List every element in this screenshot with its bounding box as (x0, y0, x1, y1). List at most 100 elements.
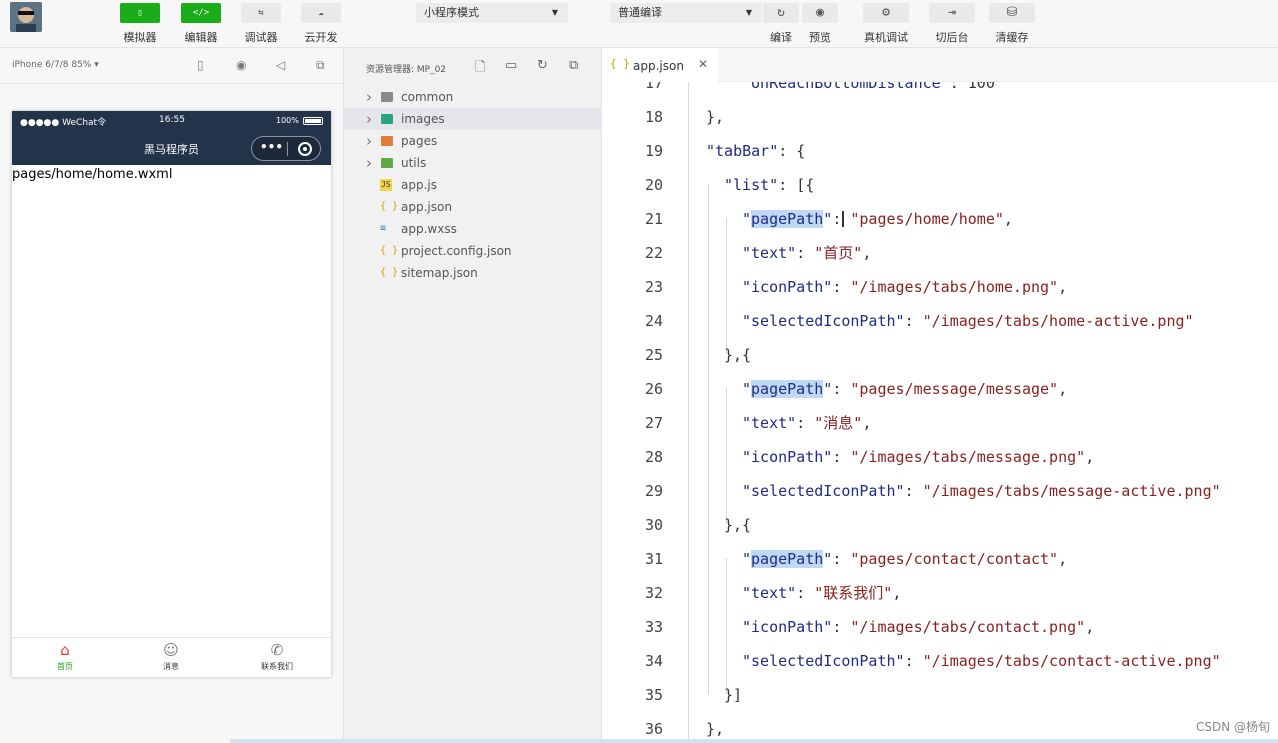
tree-item-pages[interactable]: › pages (344, 130, 603, 152)
status-bar: ●●●●● WeChat令 16:55 100% (12, 111, 331, 131)
tree-item-label: common (401, 90, 454, 104)
record-icon[interactable]: ◉ (236, 58, 246, 72)
text-cursor (842, 211, 844, 227)
toolbar-button[interactable]: ☁ 云开发 (301, 3, 341, 45)
code-area[interactable]: 17 "onReachBottomDistance": 100 18}, 19 "tab… (602, 82, 1278, 743)
toolbar-action-icon: ◉ (802, 3, 838, 23)
chevron-right-icon[interactable]: › (366, 130, 372, 152)
code-line: 24 "selectedIconPath": "/images/tabs/home… (602, 304, 1278, 338)
code-text: },{ (724, 346, 752, 364)
toolbar-button[interactable]: ⇆ 调试器 (241, 3, 281, 45)
menu-capsule[interactable]: ••• (251, 136, 321, 161)
code-text: "list": [{ (724, 176, 815, 194)
devtools-window: ▯ 模拟器 </> 编辑器 ⇆ 调试器 ☁ 云开发 小程序模式 ▼ 普通编译 ▼ ↻ 编译 ◉ 预览… (0, 0, 1278, 743)
status-time: 16:55 (159, 115, 185, 125)
tree-item-images[interactable]: › images (344, 108, 603, 130)
folder-icon (381, 158, 393, 168)
code-line: 23 "iconPath": "/images/tabs/home.png", (602, 270, 1278, 304)
chevron-right-icon[interactable]: › (366, 108, 372, 130)
code-text: "pagePath": "pages/home/home", (742, 210, 1013, 228)
line-number: 28 (644, 448, 663, 466)
chevron-right-icon[interactable]: › (366, 86, 372, 108)
tree-item-label: app.wxss (401, 222, 457, 236)
compile-select[interactable]: 普通编译 ▼ (610, 3, 762, 23)
tab-3[interactable]: ✆ 联系我们 (224, 640, 330, 672)
popout-icon[interactable]: ⧉ (316, 58, 325, 73)
line-number: 33 (644, 618, 663, 636)
code-text: "iconPath": "/images/tabs/contact.png", (742, 618, 1095, 636)
tab-2[interactable]: ☺ 消息 (118, 640, 224, 672)
mode-select[interactable]: 小程序模式 ▼ (416, 3, 568, 23)
code-text: },{ (724, 516, 752, 534)
tree-item-label: app.json (401, 200, 452, 214)
explorer-header: 资源管理器: MP_02 🗋 ▭ ↻ ⧉ (344, 48, 603, 84)
tree-item-app-json[interactable]: { } app.json (344, 196, 603, 218)
code-line: 18}, (602, 100, 1278, 134)
rotate-device-icon[interactable]: ▯ (197, 58, 204, 72)
toolbar-button[interactable]: ▯ 模拟器 (120, 3, 160, 45)
toolbar-action[interactable]: ↻ 编译 (763, 3, 799, 45)
code-text: "selectedIconPath": "/images/tabs/contac… (742, 652, 1221, 670)
toolbar-action-icon: ⚙ (863, 3, 909, 23)
tree-item-label: images (401, 112, 445, 126)
code-line: 22 "text": "首页", (602, 236, 1278, 270)
volume-icon[interactable]: ◁ (276, 58, 285, 72)
code-text: "pagePath": "pages/message/message", (742, 380, 1068, 398)
toolbar-button-icon: ▯ (120, 3, 160, 23)
code-line: 17 "onReachBottomDistance": 100 (602, 82, 1278, 100)
toolbar-action[interactable]: ⚙ 真机调试 (863, 3, 909, 45)
json-file-icon: { } (610, 57, 630, 70)
code-text: }, (706, 108, 725, 126)
page-content-text: pages/home/home.wxml (12, 167, 173, 182)
home-icon: ⌂ (60, 641, 70, 659)
code-line: 31 "pagePath": "pages/contact/contact", (602, 542, 1278, 576)
code-line: 19 "tabBar": { (602, 134, 1278, 168)
tab-label: 消息 (163, 662, 179, 671)
tree-item-sitemap-json[interactable]: { } sitemap.json (344, 262, 603, 284)
toolbar-button-label: 模拟器 (123, 31, 157, 44)
line-number: 19 (644, 142, 663, 160)
tree-item-app-js[interactable]: JS app.js (344, 174, 603, 196)
code-line: 30},{ (602, 508, 1278, 542)
status-carrier: ●●●●● WeChat令 (20, 118, 107, 128)
code-text: }] (724, 686, 743, 704)
code-text: "text": "消息", (742, 414, 872, 432)
avatar[interactable] (10, 2, 42, 32)
editor-tabs: { } app.json ✕ (602, 48, 1278, 82)
toolbar-button[interactable]: </> 编辑器 (181, 3, 221, 45)
tab-label: app.json (633, 59, 684, 73)
code-line: 33 "iconPath": "/images/tabs/contact.png"… (602, 610, 1278, 644)
code-line: 34 "selectedIconPath": "/images/tabs/cont… (602, 644, 1278, 678)
tree-item-project-config-json[interactable]: { } project.config.json (344, 240, 603, 262)
tree-item-app-wxss[interactable]: ≡ app.wxss (344, 218, 603, 240)
tree-item-common[interactable]: › common (344, 86, 603, 108)
toolbar-action[interactable]: ⇥ 切后台 (929, 3, 975, 45)
tree-item-utils[interactable]: › utils (344, 152, 603, 174)
code-text: "pagePath": "pages/contact/contact", (742, 550, 1068, 568)
chevron-right-icon[interactable]: › (366, 152, 372, 174)
explorer-title: 资源管理器: MP_02 (366, 65, 447, 75)
device-select[interactable]: iPhone 6/7/8 85% ▾ (12, 60, 99, 70)
collapse-all-icon[interactable]: ⧉ (569, 58, 578, 73)
new-file-icon[interactable]: 🗋 (475, 58, 485, 80)
close-miniprogram-icon[interactable] (298, 142, 312, 156)
new-folder-icon[interactable]: ▭ (505, 58, 517, 73)
code-editor: { } app.json ✕ 17 "onReachBottomDistance"… (602, 48, 1278, 743)
toolbar-action-label: 预览 (809, 31, 831, 44)
line-number: 18 (644, 108, 663, 126)
simulator-panel: iPhone 6/7/8 85% ▾ ▯ ◉ ◁ ⧉ ●●●●● WeChat令… (0, 48, 343, 743)
mode-select-value: 小程序模式 (424, 6, 479, 19)
line-number: 24 (644, 312, 663, 330)
code-text: "iconPath": "/images/tabs/message.png", (742, 448, 1095, 466)
tab-label: 联系我们 (261, 662, 293, 671)
folder-icon (381, 114, 393, 124)
toolbar-action[interactable]: ⛁ 清缓存 (989, 3, 1035, 45)
toolbar-action[interactable]: ◉ 预览 (802, 3, 838, 45)
refresh-icon[interactable]: ↻ (537, 58, 548, 73)
code-line: 35}] (602, 678, 1278, 712)
tab-app-json[interactable]: { } app.json ✕ (602, 48, 718, 82)
more-icon[interactable]: ••• (260, 140, 283, 154)
file-explorer: 资源管理器: MP_02 🗋 ▭ ↻ ⧉ › common › images › page… (343, 48, 603, 743)
close-icon[interactable]: ✕ (698, 57, 708, 71)
tab-1[interactable]: ⌂ 首页 (12, 640, 118, 672)
